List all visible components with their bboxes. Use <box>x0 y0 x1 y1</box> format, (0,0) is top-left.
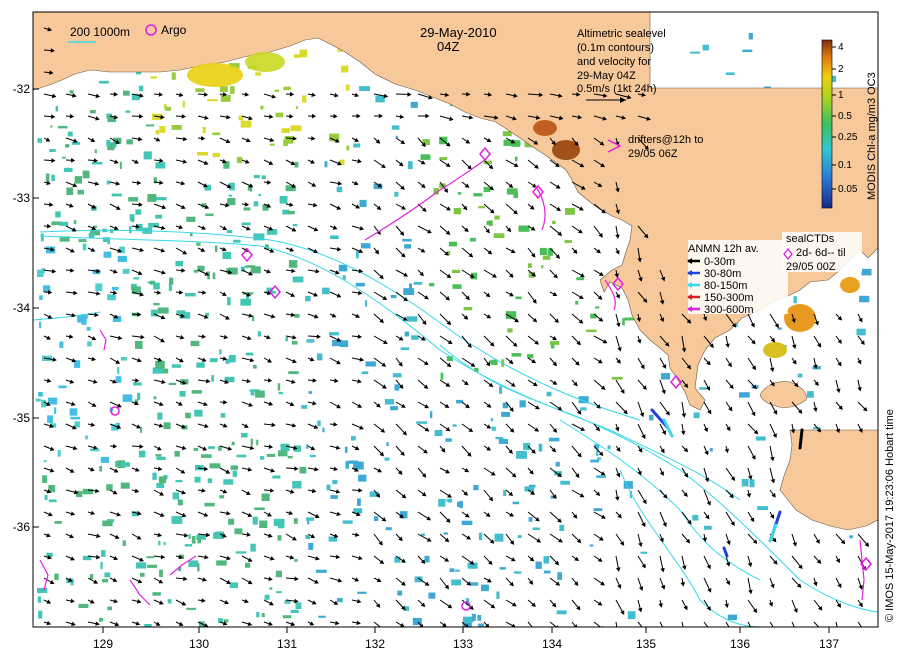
y-tick-label: -36 <box>13 520 31 534</box>
bathymetry-legend-label: 200 1000m <box>70 25 130 39</box>
x-tick-label: 131 <box>277 637 297 651</box>
altimetry-text: 0.5m/s (1kt 24h) <box>577 83 656 95</box>
x-tick-label: 137 <box>819 637 839 651</box>
x-tick-label: 136 <box>730 637 750 651</box>
credit-text: © IMOS 15-May-2017 19:23:06 Hobart time <box>884 409 896 622</box>
drifters-text: drifters@12h to <box>628 134 703 146</box>
colorbar-tick-label: 2 <box>838 64 844 75</box>
colorbar-tick-label: 0.25 <box>838 132 858 143</box>
y-tick-label: -35 <box>13 411 31 425</box>
anmn-legend-label: 300-600m <box>704 304 754 316</box>
seal-ctd-text: 2d- 6d-- til <box>796 247 846 259</box>
x-axis: 129 130 131 132 133 134 135 136 137 <box>93 637 839 651</box>
drifters-text: 29/05 06Z <box>628 148 678 160</box>
y-axis: -32 -33 -34 -35 -36 <box>13 82 31 534</box>
anmn-legend-label: 30-80m <box>704 268 741 280</box>
seal-ctd-text: 29/05 00Z <box>786 261 836 273</box>
x-tick-label: 134 <box>542 637 562 651</box>
seal-ctd-text: sealCTDs <box>786 233 835 245</box>
anmn-legend-label: 150-300m <box>704 292 754 304</box>
seal-ctd-legend: sealCTDs 2d- 6d-- til 29/05 00Z <box>782 232 862 273</box>
map-body <box>33 12 878 637</box>
altimetry-text: (0.1m contours) <box>577 42 654 54</box>
x-tick-label: 129 <box>93 637 113 651</box>
colorbar-tick-label: 1 <box>838 90 844 101</box>
altimetry-text: and velocity for <box>577 56 651 68</box>
colorbar-tick-label: 0.1 <box>838 160 852 171</box>
anmn-legend-label: 0-30m <box>704 256 735 268</box>
map-time: 04Z <box>437 39 459 54</box>
map-figure: 129 130 131 132 133 134 135 136 137 -32 … <box>0 0 900 660</box>
colorbar-tick-label: 4 <box>838 42 844 53</box>
anmn-legend-title: ANMN 12h av. <box>688 243 759 255</box>
altimetry-text: 29-May 04Z <box>577 70 636 82</box>
anmn-legend-label: 80-150m <box>704 280 747 292</box>
map-date: 29-May-2010 <box>420 25 497 40</box>
anmn-legend: ANMN 12h av. 0-30m30-80m80-150m150-300m3… <box>687 240 788 316</box>
y-tick-label: -34 <box>13 301 31 315</box>
colorbar-tick-label: 0.5 <box>838 111 852 122</box>
x-tick-label: 133 <box>453 637 473 651</box>
x-tick-label: 130 <box>189 637 209 651</box>
y-tick-label: -33 <box>13 191 31 205</box>
map-canvas: 129 130 131 132 133 134 135 136 137 -32 … <box>0 0 900 660</box>
x-tick-label: 132 <box>365 637 385 651</box>
y-tick-label: -32 <box>13 82 31 96</box>
colorbar-title: MODIS Chl-a mg/m3 OC3 <box>866 72 878 200</box>
x-tick-label: 135 <box>636 637 656 651</box>
argo-legend-label: Argo <box>161 23 187 37</box>
colorbar-tick-label: 0.05 <box>838 184 858 195</box>
altimetry-text: Altimetric sealevel <box>577 28 666 40</box>
